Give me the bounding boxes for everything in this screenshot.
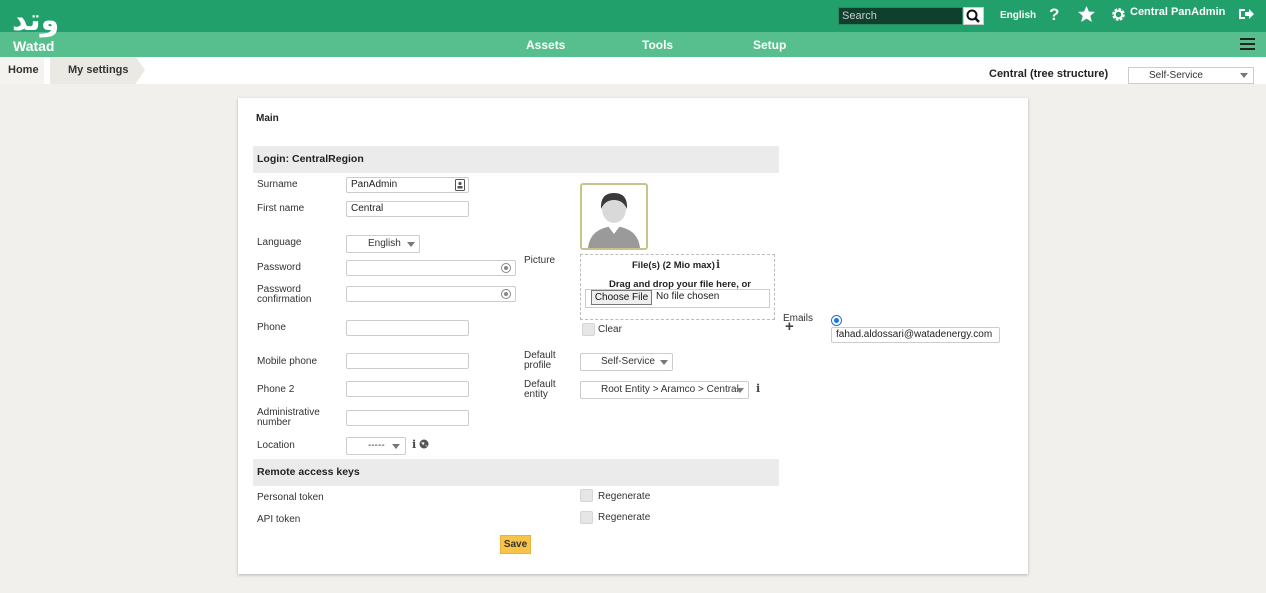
- chevron-down-icon: [736, 388, 744, 393]
- profile-select-value: Self-Service: [1149, 70, 1203, 81]
- globe-icon[interactable]: [419, 439, 429, 452]
- email-field[interactable]: fahad.aldossari@watadenergy.com: [831, 327, 1000, 343]
- chevron-down-icon: [392, 444, 400, 449]
- firstname-field[interactable]: Central: [346, 201, 469, 217]
- logo-text: Watad: [13, 38, 55, 54]
- search-input[interactable]: Search: [838, 7, 963, 25]
- gear-icon[interactable]: [1111, 7, 1126, 26]
- eye-icon[interactable]: [501, 263, 511, 273]
- password-field[interactable]: [346, 260, 516, 276]
- chevron-down-icon: [660, 360, 668, 365]
- surname-value: PanAdmin: [351, 179, 398, 190]
- breadcrumb-home[interactable]: Home: [0, 57, 53, 84]
- watad-logo[interactable]: وتد Watad: [10, 3, 70, 55]
- password-confirmation-field[interactable]: [346, 286, 516, 302]
- info-icon[interactable]: i: [412, 438, 416, 451]
- star-icon[interactable]: [1077, 5, 1096, 27]
- surname-field[interactable]: PanAdmin: [346, 177, 469, 193]
- breadcrumb-my-settings[interactable]: My settings: [50, 57, 145, 84]
- main-title: Main: [256, 113, 279, 124]
- password-confirmation-label: Password confirmation: [257, 284, 312, 305]
- logout-icon[interactable]: [1238, 7, 1254, 25]
- location-select[interactable]: -----: [346, 437, 406, 455]
- chevron-down-icon: [1240, 73, 1248, 78]
- default-profile-value: Self-Service: [601, 356, 655, 367]
- no-file-text: No file chosen: [656, 291, 720, 302]
- administrative-number-label: Administrative number: [257, 407, 320, 428]
- default-entity-select[interactable]: Root Entity > Aramco > Central: [580, 381, 749, 399]
- default-profile-select[interactable]: Self-Service: [580, 353, 673, 371]
- info-icon[interactable]: i: [716, 258, 720, 271]
- default-entity-value: Root Entity > Aramco > Central: [601, 384, 739, 395]
- files-title: File(s) (2 Mio max): [632, 260, 715, 271]
- mobile-phone-label: Mobile phone: [257, 356, 318, 367]
- chevron-down-icon: [407, 242, 415, 247]
- default-entity-label: Default entity: [524, 379, 556, 400]
- profile-select[interactable]: Self-Service: [1128, 67, 1254, 84]
- clear-checkbox[interactable]: [582, 323, 595, 336]
- nav-bar: [0, 32, 1266, 57]
- phone-label: Phone: [257, 322, 286, 333]
- remote-access-section-header: Remote access keys: [253, 459, 779, 486]
- language-selector[interactable]: English: [1000, 10, 1036, 21]
- language-select[interactable]: English: [346, 235, 420, 253]
- entity-label[interactable]: Central (tree structure): [989, 68, 1108, 80]
- firstname-label: First name: [257, 203, 305, 214]
- personal-token-regenerate-label: Regenerate: [598, 491, 651, 502]
- api-token-regenerate-label: Regenerate: [598, 512, 651, 523]
- personal-token-label: Personal token: [257, 492, 324, 503]
- api-token-label: API token: [257, 514, 301, 525]
- nav-tools[interactable]: Tools: [642, 38, 673, 52]
- language-label: Language: [257, 237, 302, 248]
- clear-label: Clear: [598, 324, 622, 335]
- choose-file-button[interactable]: Choose File: [591, 290, 652, 305]
- logo-glyph: وتد: [12, 3, 60, 38]
- contact-card-icon: [455, 179, 465, 191]
- phone-field[interactable]: [346, 320, 469, 336]
- location-label: Location: [257, 440, 295, 451]
- language-select-value: English: [368, 238, 401, 249]
- login-section-header: Login: CentralRegion: [253, 146, 779, 173]
- save-button[interactable]: Save: [500, 535, 531, 554]
- default-profile-label: Default profile: [524, 350, 556, 371]
- picture-label: Picture: [524, 255, 556, 266]
- nav-assets[interactable]: Assets: [526, 38, 565, 52]
- add-email-icon[interactable]: +: [785, 319, 794, 334]
- password-label: Password: [257, 262, 301, 273]
- phone2-field[interactable]: [346, 381, 469, 397]
- default-email-radio[interactable]: [831, 315, 842, 326]
- user-menu[interactable]: Central PanAdmin: [1130, 6, 1225, 18]
- eye-icon[interactable]: [501, 289, 511, 299]
- phone2-label: Phone 2: [257, 384, 295, 395]
- info-icon[interactable]: i: [756, 382, 760, 395]
- help-icon[interactable]: ?: [1049, 6, 1059, 24]
- personal-token-regenerate-checkbox[interactable]: [580, 489, 593, 502]
- surname-label: Surname: [257, 179, 298, 190]
- avatar: [580, 183, 648, 250]
- email-value: fahad.aldossari@watadenergy.com: [836, 329, 993, 340]
- firstname-value: Central: [351, 203, 384, 214]
- mobile-phone-field[interactable]: [346, 353, 469, 369]
- search-icon: [966, 9, 980, 23]
- api-token-regenerate-checkbox[interactable]: [580, 511, 593, 524]
- search-button[interactable]: [963, 7, 984, 25]
- location-select-value: -----: [368, 440, 385, 451]
- nav-setup[interactable]: Setup: [753, 38, 786, 52]
- hamburger-menu-icon[interactable]: [1240, 38, 1255, 51]
- administrative-number-field[interactable]: [346, 410, 469, 426]
